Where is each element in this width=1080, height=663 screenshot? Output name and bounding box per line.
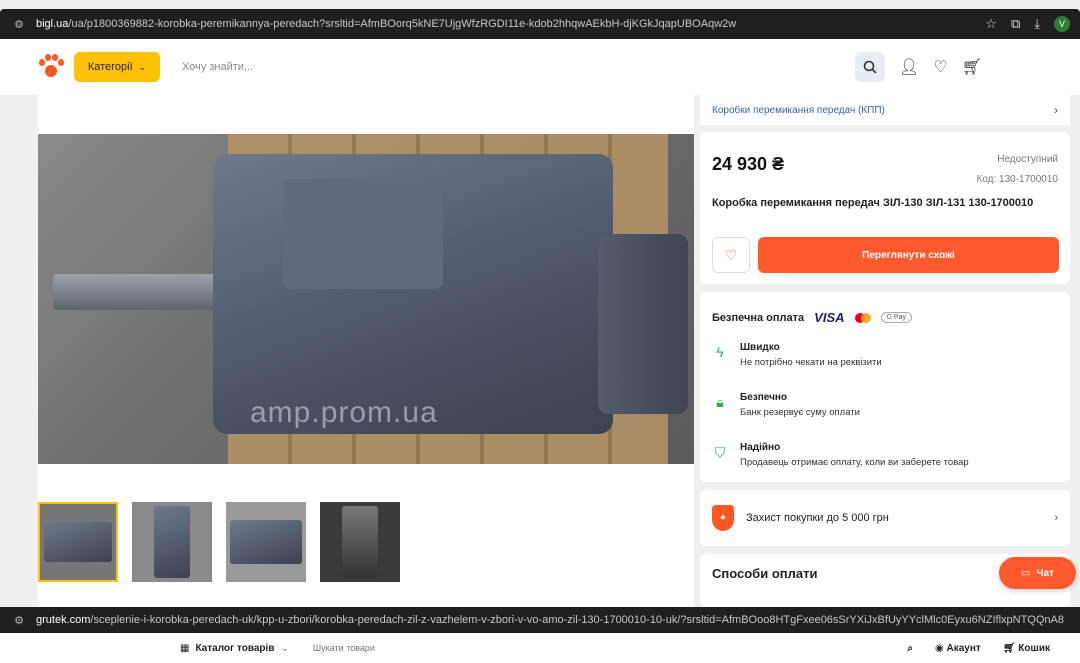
image-flange [598, 234, 688, 414]
cart-button[interactable]: 🛒︎ Кошик [1003, 643, 1050, 654]
url-host: grutek.com [36, 614, 91, 626]
purchase-protection-label: Захист покупки до 5 000 грн [746, 512, 889, 524]
heart-icon[interactable]: ♡ [933, 57, 947, 77]
search-icon [863, 60, 877, 74]
url-path: /sceplenie-i-korobka-peredach-uk/kpp-u-z… [90, 614, 1064, 626]
thumbnail-4[interactable] [320, 502, 400, 582]
user-icon[interactable]: 👤︎ [899, 57, 919, 77]
thumbnail-3[interactable] [226, 502, 306, 582]
account-button[interactable]: ◉ Акаунт [935, 643, 981, 654]
cart-icon: 🛒︎ [1002, 642, 1016, 654]
shield-check-icon: ⛉ [714, 444, 726, 460]
secure-payment-heading: Безпечна оплата VISA G Pay [712, 310, 1058, 325]
second-header-actions: ⌕ ◉ Акаунт 🛒︎ Кошик [907, 643, 1050, 654]
browser-address-bar: ⚙ bigl.ua/ua/p1800369882-korobka-peremik… [0, 9, 1080, 39]
account-label: Акаунт [946, 642, 981, 654]
second-search-input[interactable]: Шукати товари [313, 643, 908, 653]
feature-title: Надійно [740, 442, 781, 453]
thumbnail-2[interactable] [132, 502, 212, 582]
feature-title: Безпечно [740, 392, 788, 403]
chevron-down-icon: ⌄ [280, 642, 289, 654]
catalog-label: Каталог товарів [195, 642, 275, 654]
availability-block: Недоступний Код: 130-1700010 [976, 150, 1058, 190]
cart-label: Кошик [1018, 642, 1050, 654]
image-gearbox-lid [283, 179, 443, 289]
feature-desc: Банк резервує суму оплати [740, 407, 860, 418]
chat-label: Чат [1036, 567, 1054, 579]
view-similar-label: Переглянути схожі [862, 249, 955, 261]
browser-toolbar: ☆ ⧉ ⤓ V [985, 16, 1070, 32]
categories-button[interactable]: Категорії ⌄ [74, 52, 160, 82]
feature-desc: Не потрібно чекати на реквізити [740, 357, 882, 368]
product-price: 24 930 ₴ [712, 154, 785, 174]
heart-icon: ♡ [724, 246, 738, 263]
search-placeholder: Хочу знайти... [182, 61, 254, 73]
lightning-icon: ϟ [716, 344, 724, 360]
image-watermark: amp.prom.ua [250, 396, 438, 429]
payment-methods-title: Способи оплати [712, 566, 818, 581]
site-info-icon[interactable]: ⚙ [10, 611, 28, 629]
bigl-logo-icon[interactable] [38, 54, 64, 80]
address-url[interactable]: grutek.com/sceplenie-i-korobka-peredach-… [36, 614, 1080, 626]
favorite-button[interactable]: ♡ [712, 237, 750, 273]
user-circle-icon: ◉ [935, 642, 944, 654]
secure-payment-card: Безпечна оплата VISA G Pay ϟ Швидко Не по… [700, 292, 1070, 482]
feature-title: Швидко [740, 342, 780, 353]
gpay-logo-icon: G Pay [880, 312, 912, 323]
feature-safe: 🔒︎ Безпечно Банк резервує суму оплати [712, 390, 860, 420]
thumbnail-strip [38, 502, 414, 582]
product-main-image[interactable]: amp.prom.ua [38, 134, 694, 464]
breadcrumb[interactable]: Коробки перемикання передач (КПП) › [700, 95, 1070, 125]
product-title: Коробка перемикання передач ЗІЛ-130 ЗІЛ-… [712, 197, 1034, 209]
lock-icon: 🔒︎ [716, 394, 724, 410]
search-button[interactable] [855, 52, 886, 82]
chevron-down-icon: ⌄ [138, 61, 147, 72]
download-icon[interactable]: ⤓ [1034, 16, 1040, 32]
image-shaft [53, 274, 223, 310]
feature-fast: ϟ Швидко Не потрібно чекати на реквізити [712, 340, 882, 370]
feature-desc: Продавець отримає оплату, коли ви забере… [740, 457, 969, 468]
address-url[interactable]: bigl.ua/ua/p1800369882-korobka-peremikan… [36, 18, 985, 30]
catalog-button[interactable]: ▦ Каталог товарів ⌄ [180, 643, 289, 654]
site-info-icon[interactable]: ⚙ [10, 15, 28, 33]
feature-reliable: ⛉ Надійно Продавець отримає оплату, коли … [712, 440, 969, 470]
availability-status: Недоступний [997, 154, 1058, 165]
chat-button[interactable]: ▭ Чат [999, 557, 1076, 589]
second-search-placeholder: Шукати товари [312, 643, 375, 653]
search-input[interactable]: Хочу знайти... [170, 51, 855, 83]
visa-logo-icon: VISA [814, 310, 845, 325]
second-window-address-bar: ⚙ grutek.com/sceplenie-i-korobka-peredac… [0, 607, 1080, 633]
mastercard-logo-icon [854, 312, 871, 323]
product-code: Код: 130-1700010 [976, 174, 1058, 185]
chevron-right-icon: › [1054, 103, 1058, 117]
bookmark-star-icon[interactable]: ☆ [985, 16, 997, 32]
purchase-protection-card[interactable]: ✦ Захист покупки до 5 000 грн › [700, 490, 1070, 546]
chevron-right-icon: › [1054, 512, 1058, 524]
thumbnail-1[interactable] [38, 502, 118, 582]
url-path: /ua/p1800369882-korobka-peremikannya-per… [68, 18, 737, 30]
extensions-icon[interactable]: ⧉ [1011, 16, 1020, 32]
url-host: bigl.ua [36, 18, 69, 30]
categories-label: Категорії [87, 61, 133, 73]
breadcrumb-label: Коробки перемикання передач (КПП) [712, 104, 885, 116]
profile-avatar[interactable]: V [1054, 16, 1070, 32]
cart-icon[interactable]: 🛒︎ [962, 57, 982, 77]
second-site-header: ▦ Каталог товарів ⌄ Шукати товари ⌕ ◉ Ак… [0, 633, 1080, 663]
grid-icon: ▦ [180, 642, 190, 654]
site-header: Категорії ⌄ Хочу знайти... 👤︎ ♡ 🛒︎ [0, 39, 1080, 95]
price-card: 24 930 ₴ Недоступний Код: 130-1700010 Ко… [700, 132, 1070, 284]
chat-icon: ▭ [1021, 567, 1031, 579]
header-actions: 👤︎ ♡ 🛒︎ [899, 57, 982, 77]
view-similar-button[interactable]: Переглянути схожі [758, 237, 1059, 273]
search-icon[interactable]: ⌕ [907, 643, 913, 654]
shield-icon: ✦ [712, 505, 734, 531]
secure-payment-title: Безпечна оплата [712, 311, 805, 324]
